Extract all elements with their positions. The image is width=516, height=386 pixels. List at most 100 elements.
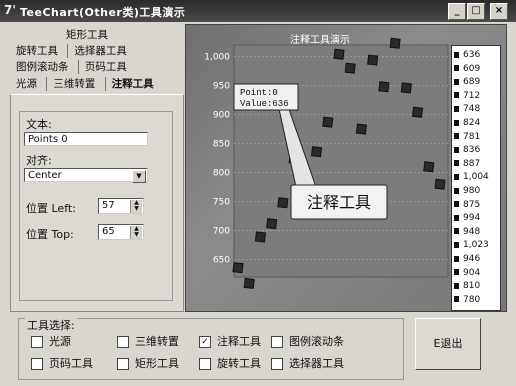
data-point[interactable]: [367, 54, 379, 66]
spin-arrows-icon[interactable]: ▲ ▼: [130, 200, 142, 213]
data-point[interactable]: [344, 62, 356, 74]
left-spin-input[interactable]: 57 ▲ ▼: [98, 198, 144, 214]
legend-label: 748: [463, 104, 481, 115]
data-point[interactable]: [254, 231, 266, 243]
top-spin-input[interactable]: 65 ▲ ▼: [98, 224, 144, 240]
data-point[interactable]: [243, 277, 255, 289]
data-point[interactable]: [311, 146, 323, 158]
tool-checkbox[interactable]: 页码工具: [31, 355, 93, 371]
data-point[interactable]: [423, 161, 435, 173]
checkbox-empty-icon[interactable]: [271, 336, 283, 348]
tab-annotation[interactable]: 注释工具: [104, 77, 160, 91]
chart-plot: 1,000 950 900 850 800 750 700 650 Point:0 Value…: [204, 37, 449, 289]
tool-checkbox[interactable]: ✓ 注释工具: [199, 333, 261, 349]
align-select[interactable]: Center ▼: [24, 168, 148, 183]
y-tick-label: 850: [213, 140, 230, 150]
tab-3d-rotate[interactable]: 三维转置: [46, 77, 101, 91]
legend-swatch: [454, 296, 459, 303]
legend-label: 609: [463, 63, 481, 74]
maximize-button[interactable]: □: [467, 3, 485, 20]
legend-swatch: [454, 105, 459, 112]
tool-checkbox[interactable]: 矩形工具: [117, 355, 179, 371]
tab-row-4: 光源 三维转置 注释工具: [10, 77, 160, 91]
y-axis-ticks: 1,000 950 900 850 800 750 700 650: [204, 53, 230, 266]
tab-row-3: 图例滚动条 页码工具: [10, 60, 133, 74]
data-point[interactable]: [266, 218, 278, 230]
legend-item: 904: [454, 268, 480, 278]
legend-label: 946: [463, 254, 481, 264]
y-tick-label: 750: [213, 198, 230, 208]
data-point[interactable]: [277, 197, 289, 209]
tab-light[interactable]: 光源: [10, 77, 43, 91]
checkbox-checked-icon[interactable]: ✓: [199, 336, 211, 348]
y-tick-label: 800: [213, 169, 230, 179]
checkbox-empty-icon[interactable]: [271, 358, 283, 370]
legend-swatch: [454, 214, 459, 221]
exit-button[interactable]: E退出: [415, 318, 481, 370]
legend-swatch: [454, 92, 459, 99]
close-button[interactable]: ×: [490, 3, 508, 20]
checkbox-empty-icon[interactable]: [31, 358, 43, 370]
legend-item: 1,004: [454, 172, 489, 182]
text-input[interactable]: Points 0: [24, 132, 148, 146]
tool-group-label: 工具选择:: [25, 317, 77, 333]
legend-swatch: [454, 282, 459, 289]
data-point[interactable]: [333, 48, 345, 60]
tool-checkbox[interactable]: 选择器工具: [271, 355, 344, 371]
legend-label: 836: [463, 145, 481, 156]
legend-item: 980: [454, 186, 480, 196]
tool-checkbox-label: 图例滚动条: [289, 335, 344, 348]
legend-swatch: [454, 173, 459, 180]
tool-checkbox[interactable]: 图例滚动条: [271, 333, 344, 349]
tool-checkbox[interactable]: 三维转置: [117, 333, 179, 349]
legend-swatch: [454, 51, 459, 58]
data-point[interactable]: [434, 178, 446, 190]
callout-text: 注释工具: [307, 193, 371, 212]
legend-label: 810: [463, 281, 481, 292]
legend-item: 609: [454, 64, 480, 74]
spin-arrows-icon[interactable]: ▲ ▼: [130, 226, 142, 239]
data-point[interactable]: [400, 82, 412, 94]
data-point[interactable]: [322, 116, 334, 128]
data-point[interactable]: [355, 123, 367, 135]
align-label: 对齐:: [26, 154, 52, 167]
data-point[interactable]: [232, 262, 244, 274]
y-tick-label: 950: [213, 82, 230, 92]
tool-checkbox-label: 旋转工具: [217, 357, 261, 370]
checkbox-empty-icon[interactable]: [31, 336, 43, 348]
tab-rectangle[interactable]: 矩形工具: [60, 28, 114, 42]
data-point[interactable]: [412, 106, 424, 118]
chevron-down-icon[interactable]: ▼: [132, 170, 146, 183]
y-tick-label: 650: [213, 256, 230, 266]
chart-panel[interactable]: 注释工具演示 1,000 950 900 850 800 750 700 650 Point:…: [185, 24, 507, 312]
left-value: 57: [102, 200, 115, 211]
legend-label: 712: [463, 90, 481, 101]
checkbox-empty-icon[interactable]: [117, 336, 129, 348]
legend-label: 1,023: [463, 240, 489, 251]
tab-legend-scroll[interactable]: 图例滚动条: [10, 60, 75, 74]
tab-row-1: 矩形工具: [60, 28, 114, 42]
checkbox-empty-icon[interactable]: [199, 358, 211, 370]
legend-item: 994: [454, 213, 480, 223]
y-tick-label: 900: [213, 111, 230, 121]
left-label: 位置 Left:: [26, 202, 76, 215]
legend-swatch: [454, 228, 459, 235]
legend-label: 875: [463, 199, 481, 210]
checkbox-empty-icon[interactable]: [117, 358, 129, 370]
minimize-button[interactable]: _: [448, 3, 466, 20]
data-point[interactable]: [378, 81, 390, 93]
tool-checkbox-label: 页码工具: [49, 357, 93, 370]
data-point[interactable]: [389, 37, 401, 49]
tool-checkbox-label: 三维转置: [135, 335, 179, 348]
tool-checkbox[interactable]: 光源: [31, 333, 71, 349]
legend-swatch: [454, 119, 459, 126]
annotation-tab-page: 文本: Points 0 对齐: Center ▼ 位置 Left: 57 ▲ ▼…: [10, 94, 184, 312]
legend-label: 904: [463, 267, 481, 278]
tab-rotate[interactable]: 旋转工具: [10, 44, 64, 58]
grid-lines: [233, 44, 449, 278]
tab-selector[interactable]: 选择器工具: [67, 44, 133, 58]
chart-legend: 636 609 689 712 748 824 781 836 887 1,004 980 875 99…: [451, 45, 501, 311]
tool-checkbox[interactable]: 旋转工具: [199, 355, 261, 371]
tab-page-number[interactable]: 页码工具: [77, 60, 133, 74]
legend-item: 748: [454, 104, 480, 114]
